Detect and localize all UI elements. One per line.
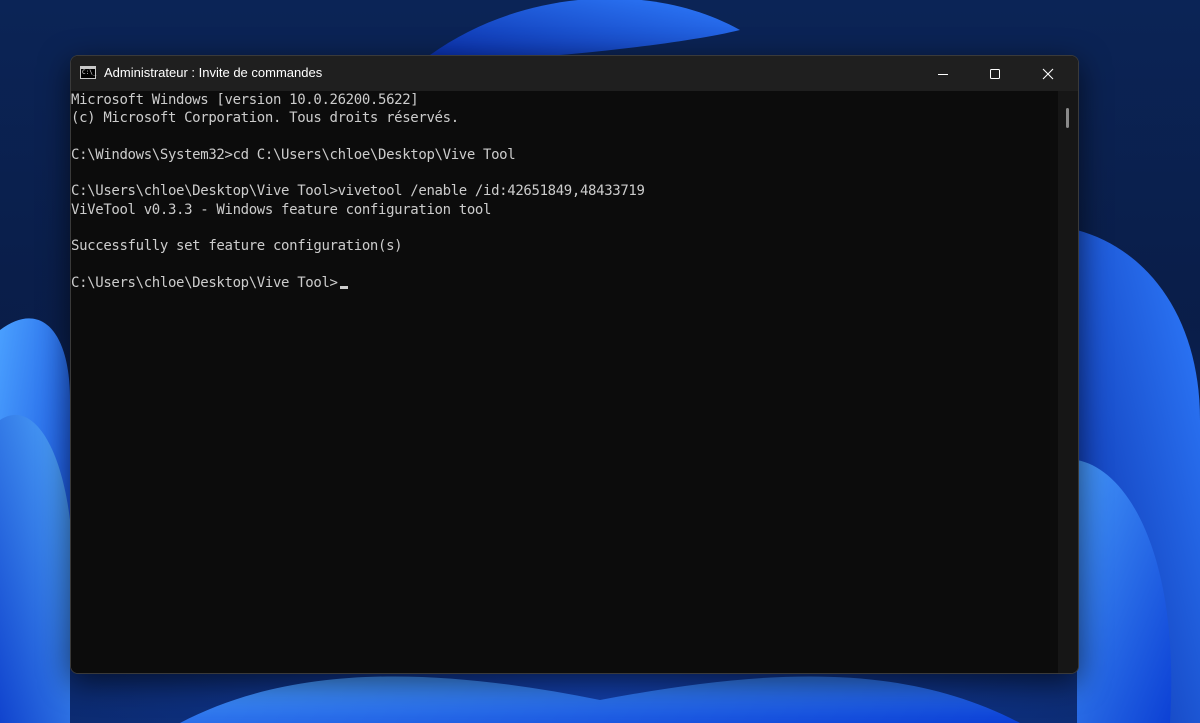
terminal-line-blank [71, 128, 645, 146]
terminal-line-cd-command: C:\Windows\System32>cd C:\Users\chloe\De… [71, 146, 516, 163]
terminal-line-blank [71, 219, 645, 237]
scrollbar-thumb[interactable] [1066, 108, 1069, 128]
close-button[interactable] [1022, 56, 1074, 91]
title-bar[interactable]: C:\_ Administrateur : Invite de commande… [71, 56, 1078, 91]
text-cursor [339, 285, 348, 289]
terminal-line-copyright: (c) Microsoft Corporation. Tous droits r… [71, 110, 459, 127]
terminal-line-blank [71, 256, 645, 274]
command-prompt-icon: C:\_ [80, 66, 96, 79]
terminal-line-version: Microsoft Windows [version 10.0.26200.56… [71, 92, 419, 108]
current-prompt: C:\Users\chloe\Desktop\Vive Tool> [71, 274, 338, 291]
terminal-lines: Microsoft Windows [version 10.0.26200.56… [71, 91, 645, 292]
terminal-line-success: Successfully set feature configuration(s… [71, 238, 403, 255]
terminal-line-prompt[interactable]: C:\Users\chloe\Desktop\Vive Tool> [71, 274, 645, 292]
vertical-scrollbar[interactable] [1058, 91, 1078, 673]
terminal-output[interactable]: Microsoft Windows [version 10.0.26200.56… [71, 91, 1056, 673]
terminal-line-vivetool-command: C:\Users\chloe\Desktop\Vive Tool>vivetoo… [71, 183, 645, 200]
terminal-line-vivetool-banner: ViVeTool v0.3.3 - Windows feature config… [71, 201, 492, 218]
command-prompt-window: C:\_ Administrateur : Invite de commande… [70, 55, 1079, 674]
maximize-icon [990, 68, 1000, 79]
close-icon [1042, 68, 1054, 79]
window-title: Administrateur : Invite de commandes [104, 65, 323, 80]
minimize-button[interactable] [917, 56, 969, 91]
terminal-line-blank [71, 164, 645, 182]
minimize-icon [938, 73, 948, 75]
maximize-button[interactable] [969, 56, 1021, 91]
